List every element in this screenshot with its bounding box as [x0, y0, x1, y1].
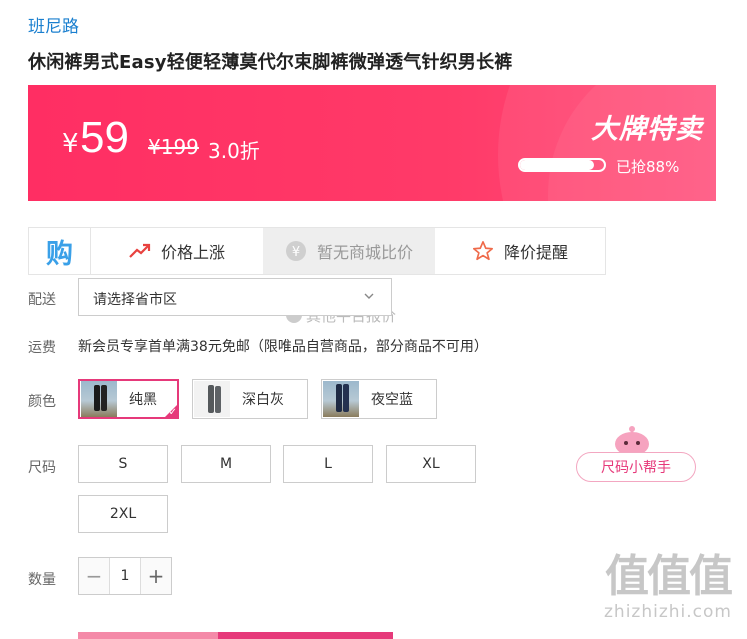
size-option-2xl[interactable]: 2XL — [78, 495, 168, 533]
size-option-xl[interactable]: XL — [386, 445, 476, 483]
price-trend-label: 价格上涨 — [160, 243, 225, 262]
price-alert-label: 降价提醒 — [503, 243, 568, 262]
original-price: ¥199 — [148, 135, 199, 159]
quantity-stepper: − 1 + — [78, 557, 172, 595]
yen-circle-icon: ¥ — [285, 241, 306, 261]
price-alert-button[interactable]: 降价提醒 — [435, 228, 605, 274]
quantity-increase-button[interactable]: + — [141, 558, 171, 594]
color-thumbnail — [194, 381, 230, 417]
color-option-gray[interactable]: 深白灰 — [192, 379, 308, 419]
sold-progress-bar — [518, 158, 606, 172]
promo-banner: ¥ 59 ¥199 3.0折 大牌特卖 已抢88% — [28, 85, 716, 201]
brand-sale-badge: 大牌特卖 — [591, 114, 703, 145]
size-label: 尺码 — [28, 460, 56, 476]
size-helper-button[interactable]: 尺码小帮手 — [576, 452, 696, 482]
add-to-cart-button[interactable] — [78, 632, 218, 639]
sold-progress-fill — [520, 160, 594, 170]
trend-up-icon — [129, 243, 151, 258]
discount-rate: 3.0折 — [208, 139, 260, 163]
color-thumbnail — [323, 381, 359, 417]
color-option-label: 深白灰 — [242, 392, 284, 408]
check-icon: ✓ — [168, 407, 177, 418]
size-option-l[interactable]: L — [283, 445, 373, 483]
color-option-navy[interactable]: 夜空蓝 — [321, 379, 437, 419]
svg-text:¥: ¥ — [292, 245, 300, 260]
watermark-url: zhizhizhi.com — [604, 602, 732, 622]
size-option-s[interactable]: S — [78, 445, 168, 483]
buy-now-button[interactable] — [218, 632, 393, 639]
shipping-info: 新会员专享首单满38元免邮（限唯品自营商品，部分商品不可用） — [78, 339, 488, 355]
color-option-black[interactable]: 纯黑 ✓ — [78, 379, 179, 419]
sold-percentage: 已抢88% — [616, 158, 680, 176]
chevron-down-icon — [364, 293, 374, 299]
size-option-m[interactable]: M — [181, 445, 271, 483]
current-price: 59 — [80, 113, 129, 162]
quantity-decrease-button[interactable]: − — [79, 558, 109, 594]
color-option-label: 夜空蓝 — [371, 392, 413, 408]
watermark-logo: 值值值 — [605, 551, 733, 602]
mall-compare-button[interactable]: ¥ 暂无商城比价 — [263, 228, 435, 274]
quantity-label: 数量 — [28, 572, 56, 588]
product-title: 休闲裤男式Easy轻便轻薄莫代尔束脚裤微弹透气针织男长裤 — [28, 52, 513, 73]
gou-logo-icon[interactable]: 购 — [29, 228, 91, 274]
price-trend-button[interactable]: 价格上涨 — [91, 228, 263, 274]
delivery-region-select[interactable]: 请选择省市区 — [78, 278, 392, 316]
brand-name[interactable]: 班尼路 — [28, 12, 79, 37]
color-option-label: 纯黑 — [129, 392, 157, 408]
color-thumbnail — [81, 381, 117, 417]
site-watermark: 值值值 zhizhizhi.com — [598, 551, 738, 623]
shipping-label: 运费 — [28, 340, 56, 356]
color-label: 颜色 — [28, 394, 56, 410]
delivery-region-value: 请选择省市区 — [93, 292, 177, 308]
mall-compare-label: 暂无商城比价 — [316, 243, 413, 262]
currency-symbol: ¥ — [62, 129, 79, 159]
quantity-value[interactable]: 1 — [109, 558, 141, 594]
star-icon — [472, 241, 493, 261]
price-tool-bar: 购 价格上涨 ¥ 暂无商城比价 降价提醒 — [28, 227, 606, 275]
delivery-label: 配送 — [28, 292, 56, 308]
